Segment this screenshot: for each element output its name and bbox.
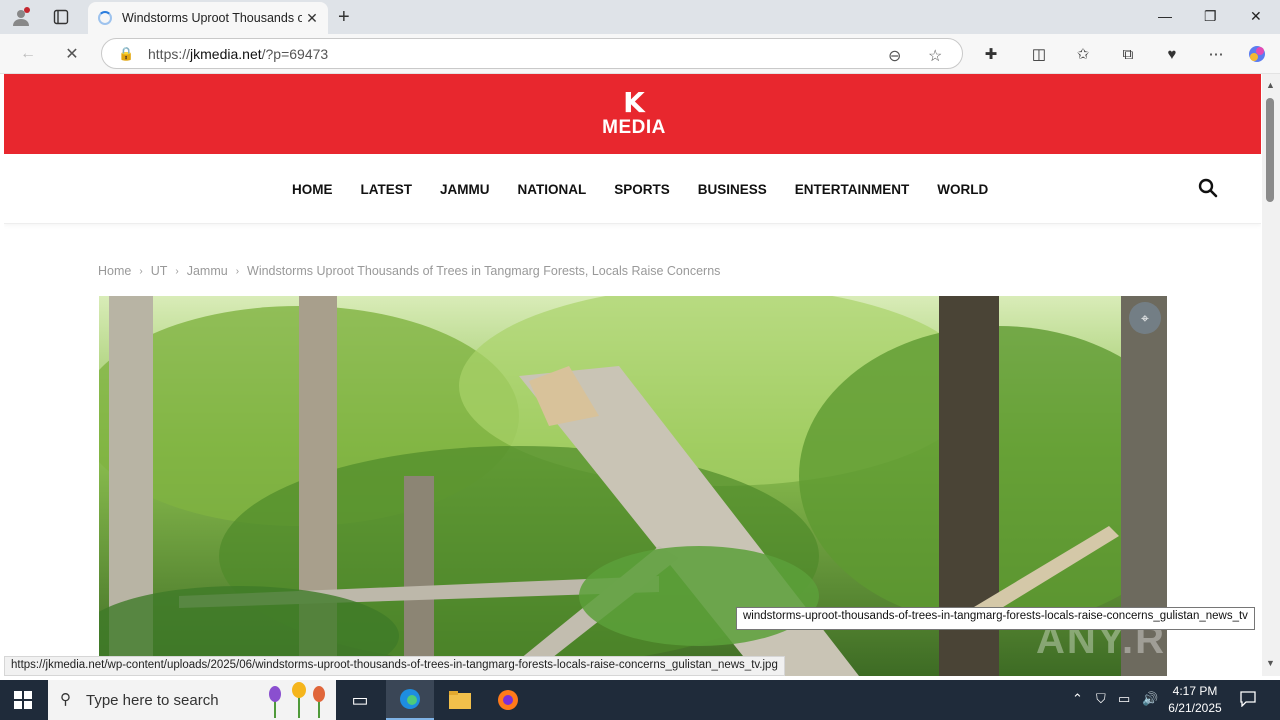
show-hidden-icons-icon[interactable]: ⌃ bbox=[1072, 691, 1083, 707]
chevron-right-icon: › bbox=[175, 265, 179, 277]
url-field[interactable]: 🔒 https://jkmedia.net/?p=69473 ⊖ ☆ bbox=[101, 38, 963, 69]
security-tray-icon[interactable]: ⛉ bbox=[1096, 691, 1106, 707]
reader-mode-icon[interactable]: ⊖ bbox=[888, 46, 901, 66]
main-navigation: HOME LATEST JAMMU NATIONAL SPORTS BUSINE… bbox=[4, 154, 1261, 224]
breadcrumb-ut[interactable]: UT bbox=[151, 264, 168, 278]
url-prefix: https:// bbox=[148, 45, 191, 62]
nav-national[interactable]: NATIONAL bbox=[518, 182, 587, 197]
tab-bar: Windstorms Uproot Thousands of Trees in … bbox=[0, 0, 1280, 34]
nav-latest[interactable]: LATEST bbox=[361, 182, 413, 197]
scrollbar-thumb[interactable] bbox=[1266, 98, 1274, 202]
tab-title: Windstorms Uproot Thousands of Trees in … bbox=[122, 11, 302, 25]
url-host: jkmedia.net bbox=[190, 45, 262, 62]
settings-more-icon[interactable]: ⋯ bbox=[1205, 43, 1227, 65]
clock-date: 6/21/2025 bbox=[1168, 701, 1222, 715]
breadcrumb-home[interactable]: Home bbox=[98, 264, 131, 278]
taskbar-search-placeholder: Type here to search bbox=[86, 691, 219, 709]
nav-business[interactable]: BUSINESS bbox=[698, 182, 767, 197]
search-icon: ⚲ bbox=[60, 691, 71, 708]
page-scrollbar[interactable]: ▲ ▼ bbox=[1262, 74, 1280, 676]
site-logo[interactable]: K MEDIA bbox=[598, 88, 670, 144]
new-tab-icon[interactable]: + bbox=[338, 6, 350, 29]
clock[interactable]: 4:17 PM 6/21/2025 bbox=[1160, 683, 1230, 717]
start-windows-icon[interactable] bbox=[14, 691, 32, 709]
windows-taskbar: ⚲ Type here to search ▭ ⌃ ⛉ ▭ 🔊 4:17 PM … bbox=[0, 680, 1280, 720]
close-tab-icon[interactable]: ✕ bbox=[302, 10, 322, 27]
browser-essentials-icon[interactable]: ♥ bbox=[1161, 43, 1183, 65]
web-page: K MEDIA HOME LATEST JAMMU NATIONAL SPORT… bbox=[4, 74, 1261, 676]
taskbar-search-box[interactable]: ⚲ Type here to search bbox=[48, 680, 336, 720]
logo-mark: K bbox=[623, 86, 645, 119]
site-info-icon[interactable]: 🔒 bbox=[118, 46, 134, 62]
site-header: K MEDIA bbox=[4, 74, 1261, 154]
back-icon[interactable]: ← bbox=[16, 42, 40, 66]
collections-icon[interactable]: ⧉ bbox=[1117, 43, 1139, 65]
loading-spinner-icon bbox=[98, 11, 112, 25]
nav-entertainment[interactable]: ENTERTAINMENT bbox=[795, 182, 910, 197]
logo-word: MEDIA bbox=[602, 117, 666, 138]
visual-search-icon[interactable]: ⌖ bbox=[1129, 302, 1161, 334]
edge-taskbar-icon[interactable] bbox=[386, 680, 434, 720]
tab-actions-icon[interactable] bbox=[50, 6, 72, 28]
breadcrumb-current: Windstorms Uproot Thousands of Trees in … bbox=[247, 264, 721, 278]
volume-icon[interactable]: 🔊 bbox=[1142, 691, 1158, 707]
favorites-icon[interactable]: ✩ bbox=[1072, 43, 1094, 65]
image-tooltip: windstorms-uproot-thousands-of-trees-in-… bbox=[736, 607, 1255, 630]
link-status-bar: https://jkmedia.net/wp-content/uploads/2… bbox=[4, 656, 785, 676]
nav-jammu[interactable]: JAMMU bbox=[440, 182, 490, 197]
breadcrumb-jammu[interactable]: Jammu bbox=[187, 264, 228, 278]
stop-loading-icon[interactable]: ✕ bbox=[60, 42, 84, 66]
nav-home[interactable]: HOME bbox=[292, 182, 333, 197]
scroll-down-icon[interactable]: ▼ bbox=[1266, 658, 1275, 668]
close-window-icon[interactable]: ✕ bbox=[1250, 8, 1262, 25]
notifications-icon[interactable] bbox=[1240, 691, 1256, 710]
extensions-icon[interactable]: ✚ bbox=[980, 43, 1002, 65]
url-path: /?p=69473 bbox=[261, 45, 329, 62]
search-icon[interactable] bbox=[1198, 178, 1220, 200]
nav-world[interactable]: WORLD bbox=[937, 182, 988, 197]
favorite-star-icon[interactable]: ☆ bbox=[928, 46, 942, 66]
clock-time: 4:17 PM bbox=[1172, 684, 1218, 698]
minimize-icon[interactable]: — bbox=[1158, 8, 1172, 24]
nav-sports[interactable]: SPORTS bbox=[614, 182, 670, 197]
network-icon[interactable]: ▭ bbox=[1118, 691, 1130, 707]
scroll-up-icon[interactable]: ▲ bbox=[1266, 80, 1275, 90]
address-bar-row: ← ✕ 🔒 https://jkmedia.net/?p=69473 ⊖ ☆ ✚… bbox=[0, 34, 1280, 74]
task-view-icon[interactable]: ▭ bbox=[336, 680, 384, 720]
breadcrumb: Home › UT › Jammu › Windstorms Uproot Th… bbox=[98, 264, 720, 278]
tab-active[interactable]: Windstorms Uproot Thousands of Trees in … bbox=[88, 2, 328, 34]
copilot-icon[interactable] bbox=[1246, 43, 1268, 65]
chevron-right-icon: › bbox=[235, 265, 240, 277]
profile-icon[interactable] bbox=[10, 6, 32, 28]
restore-icon[interactable]: ❐ bbox=[1204, 8, 1217, 25]
split-screen-icon[interactable]: ◫ bbox=[1028, 43, 1050, 65]
firefox-icon[interactable] bbox=[484, 680, 532, 720]
tulips-illustration-icon bbox=[269, 682, 325, 718]
file-explorer-icon[interactable] bbox=[436, 680, 484, 720]
chevron-right-icon: › bbox=[139, 265, 143, 277]
